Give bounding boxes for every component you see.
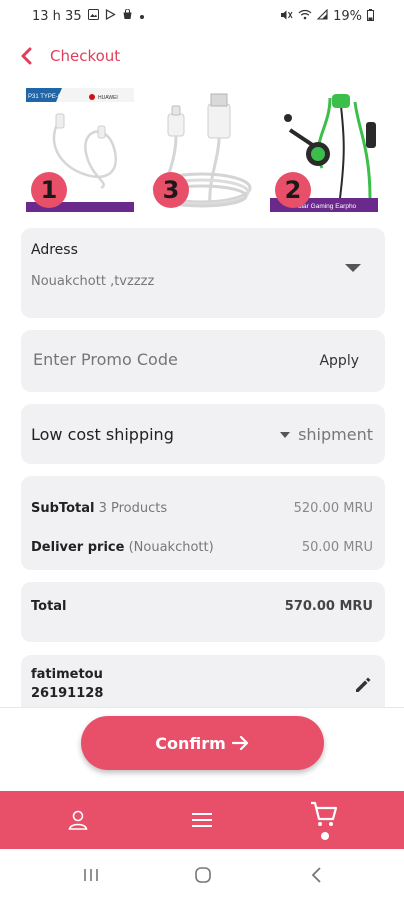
contact-name: fatimetou xyxy=(31,667,103,682)
confirm-label: Confirm xyxy=(155,733,226,753)
battery-percentage: 19% xyxy=(333,8,362,24)
product-quantity-badge: 3 xyxy=(153,172,189,208)
total-row: Total 570.00 MRU xyxy=(31,599,373,614)
svg-text:HUAWEI: HUAWEI xyxy=(98,95,118,101)
system-back-icon[interactable] xyxy=(305,863,329,887)
product-1-label: P31 TYPE-C xyxy=(28,94,63,100)
confirm-bar: Confirm xyxy=(0,707,404,791)
contact-card: fatimetou 26191128 xyxy=(21,655,385,715)
shipping-card: Low cost shipping shipment xyxy=(21,404,385,464)
bottom-navigation xyxy=(0,791,404,849)
nav-profile[interactable] xyxy=(48,791,108,849)
profile-icon xyxy=(68,810,88,830)
dropdown-caret-icon[interactable] xyxy=(345,264,361,272)
total-value: 570.00 MRU xyxy=(284,599,373,614)
status-time: 13 h 35 xyxy=(32,8,82,24)
status-right: 19% xyxy=(280,8,374,24)
subtotal-count: 3 Products xyxy=(98,501,168,516)
product-3-label: ular Gaming Earpho xyxy=(298,203,357,210)
delivery-row: Deliver price (Nouakchott) 50.00 MRU xyxy=(31,540,373,555)
product-thumbnail[interactable]: P31 TYPE-C HUAWEI 1 xyxy=(26,88,134,212)
home-icon[interactable] xyxy=(191,863,215,887)
confirm-button[interactable]: Confirm xyxy=(81,716,324,770)
status-bar: 13 h 35 19% xyxy=(0,0,404,32)
more-notifications-dot-icon xyxy=(139,10,145,23)
gallery-notification-icon xyxy=(87,9,99,23)
shipping-method-select[interactable]: shipment xyxy=(280,425,373,444)
mute-icon xyxy=(280,9,293,24)
nav-menu[interactable] xyxy=(172,791,232,849)
promo-code-card: Apply xyxy=(21,330,385,392)
play-store-notification-icon xyxy=(105,8,116,23)
wifi-icon xyxy=(298,9,312,23)
subtotal-value: 520.00 MRU xyxy=(293,501,373,516)
shipping-label: Low cost shipping xyxy=(31,425,174,444)
address-value: Nouakchott ,tvzzzz xyxy=(31,274,155,289)
price-summary-card: SubTotal 3 Products 520.00 MRU Deliver p… xyxy=(21,476,385,570)
subtotal-label: SubTotal xyxy=(31,501,95,516)
apply-promo-button[interactable]: Apply xyxy=(319,353,359,369)
subtotal-row: SubTotal 3 Products 520.00 MRU xyxy=(31,501,373,516)
shipping-selected-value: shipment xyxy=(298,425,373,444)
delivery-value: 50.00 MRU xyxy=(301,540,373,555)
checkout-header: Checkout xyxy=(20,36,120,76)
battery-icon xyxy=(367,8,374,24)
signal-icon xyxy=(316,8,328,23)
total-card: Total 570.00 MRU xyxy=(21,582,385,642)
product-quantity-badge: 1 xyxy=(31,172,67,208)
product-thumbnails: P31 TYPE-C HUAWEI 1 3 ular Gaming Earpho… xyxy=(0,88,404,214)
back-arrow-icon[interactable] xyxy=(20,44,38,68)
dropdown-caret-icon xyxy=(280,431,291,438)
system-navigation-bar xyxy=(0,849,404,900)
page-title: Checkout xyxy=(50,47,121,65)
total-label: Total xyxy=(31,599,67,614)
contact-phone: 26191128 xyxy=(31,686,104,701)
shopping-bag-notification-icon xyxy=(122,8,133,23)
status-left: 13 h 35 xyxy=(32,9,145,24)
arrow-right-icon xyxy=(231,735,248,751)
delivery-label: Deliver price xyxy=(31,540,125,555)
address-selector[interactable]: Adress Nouakchott ,tvzzzz xyxy=(21,228,385,318)
nav-cart[interactable] xyxy=(294,791,354,849)
menu-icon xyxy=(192,813,212,827)
delivery-city: (Nouakchott) xyxy=(128,540,214,555)
product-thumbnail[interactable]: 3 xyxy=(148,88,256,212)
address-label: Adress xyxy=(31,242,78,258)
recent-apps-icon[interactable] xyxy=(79,863,103,887)
promo-code-input[interactable] xyxy=(33,350,263,369)
cart-icon xyxy=(311,801,338,840)
edit-pencil-icon[interactable] xyxy=(353,675,373,695)
product-thumbnail[interactable]: ular Gaming Earpho 2 xyxy=(270,88,378,212)
product-quantity-badge: 2 xyxy=(275,172,311,208)
